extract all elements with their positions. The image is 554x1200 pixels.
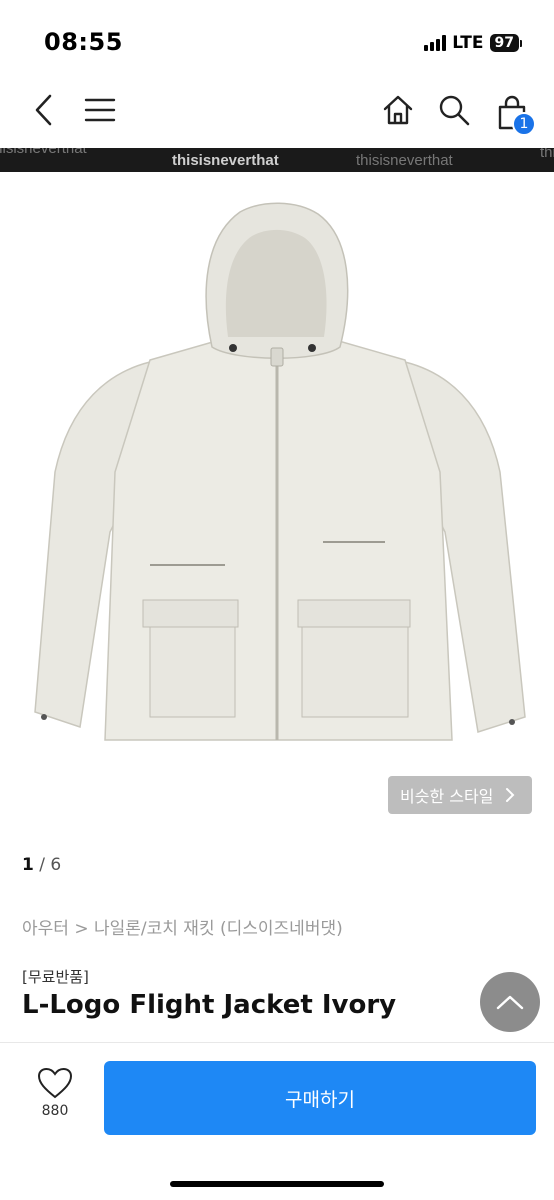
product-image[interactable]: 비슷한 스타일 — [0, 172, 554, 832]
category-breadcrumb[interactable]: 아우터 > 나일론/코치 재킷 (디스이즈네버댓) — [22, 914, 343, 939]
home-indicator — [170, 1181, 384, 1187]
banner-text: thisisneverthat — [0, 148, 87, 157]
banner-text: thisisneverthat — [356, 152, 453, 169]
similar-style-label: 비슷한 스타일 — [400, 787, 494, 806]
nav-bar: 1 — [0, 80, 554, 144]
chevron-up-icon — [496, 995, 524, 1010]
pager-current: 1 — [22, 855, 34, 875]
search-icon — [439, 95, 470, 126]
banner-text: thisisneverthat — [172, 152, 279, 169]
battery-icon: 97 — [489, 34, 522, 52]
heart-icon — [37, 1067, 73, 1099]
home-icon — [383, 95, 413, 125]
cart-count-badge: 1 — [512, 112, 536, 136]
home-button[interactable] — [378, 90, 418, 130]
bottom-action-bar: 880 구매하기 — [0, 1042, 554, 1200]
free-return-tag: [무료반품] — [22, 968, 89, 986]
pager-total: 6 — [50, 855, 62, 875]
product-title: L-Logo Flight Jacket Ivory — [22, 990, 397, 1020]
jacket-illustration — [34, 202, 526, 741]
network-label: LTE — [452, 33, 484, 53]
similar-style-button[interactable]: 비슷한 스타일 — [388, 776, 532, 814]
status-time: 08:55 — [44, 28, 123, 56]
chevron-left-icon — [35, 94, 52, 126]
back-button[interactable] — [24, 90, 64, 130]
status-indicators: LTE 97 — [424, 32, 522, 54]
like-count: 880 — [41, 1103, 69, 1119]
scroll-top-button[interactable] — [480, 972, 540, 1032]
cart-button[interactable]: 1 — [490, 88, 536, 138]
buy-button[interactable]: 구매하기 — [104, 1061, 536, 1135]
search-button[interactable] — [434, 90, 474, 130]
like-button[interactable]: 880 — [22, 1067, 88, 1137]
chevron-right-icon — [506, 788, 515, 802]
pager-separator: / — [33, 855, 51, 875]
brand-banner: thisisneverthat thisisneverthat thisisne… — [0, 148, 554, 172]
hamburger-icon — [84, 98, 116, 122]
banner-text: thisisneverthat — [540, 148, 554, 161]
battery-level: 97 — [489, 34, 519, 52]
signal-icon — [424, 35, 447, 51]
image-pager: 1 / 6 — [22, 855, 61, 875]
menu-button[interactable] — [80, 90, 120, 130]
status-bar: 08:55 LTE 97 — [0, 0, 554, 80]
